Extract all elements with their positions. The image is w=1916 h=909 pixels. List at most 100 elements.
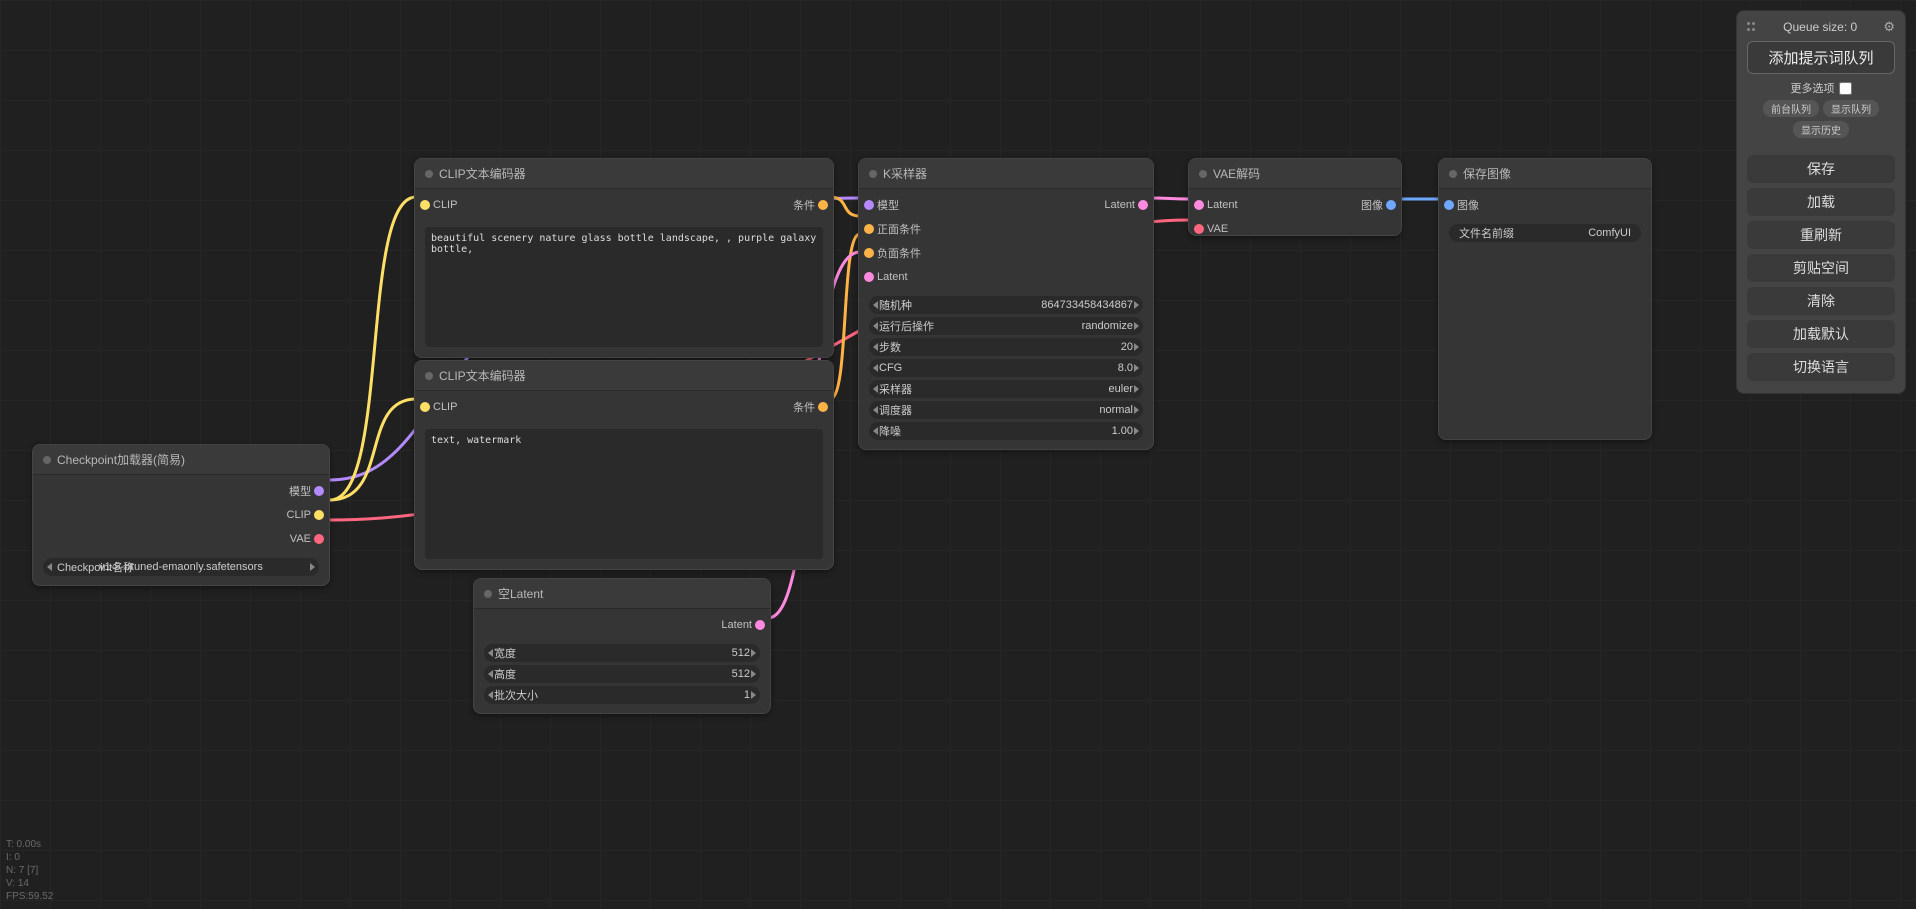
collapse-dot-icon[interactable] [425,372,433,380]
port-conditioning-icon[interactable] [864,248,874,258]
port-model-icon[interactable] [864,200,874,210]
widget-value: 1.00 [1112,425,1133,437]
arrow-left-icon[interactable] [873,364,878,372]
widget-label: 采样器 [879,381,912,397]
arrow-left-icon[interactable] [873,301,878,309]
clear-button[interactable]: 清除 [1747,287,1895,315]
node-title[interactable]: 保存图像 [1439,159,1651,189]
refresh-button[interactable]: 重刷新 [1747,221,1895,249]
arrow-left-icon[interactable] [873,322,878,330]
port-vae-icon[interactable] [314,534,324,544]
gear-icon[interactable]: ⚙ [1883,19,1895,35]
widget-label: 随机种 [879,297,912,313]
node-checkpoint-loader[interactable]: Checkpoint加载器(简易) 模型 CLIP VAE Checkpoint… [32,444,330,586]
node-vae-decode[interactable]: VAE解码 Latent 图像 VAE [1188,158,1402,236]
sampler-widget[interactable]: 采样器euler [869,380,1143,398]
node-title[interactable]: VAE解码 [1189,159,1401,189]
height-widget[interactable]: 高度512 [484,665,760,683]
steps-widget[interactable]: 步数20 [869,338,1143,356]
prompt-textarea[interactable]: beautiful scenery nature glass bottle la… [425,227,823,347]
arrow-right-icon[interactable] [751,691,756,699]
arrow-right-icon[interactable] [1134,385,1139,393]
cfg-widget[interactable]: CFG8.0 [869,359,1143,377]
node-clip-text-encode-positive[interactable]: CLIP文本编码器 CLIP 条件 beautiful scenery natu… [414,158,834,358]
scheduler-widget[interactable]: 调度器normal [869,401,1143,419]
node-ksampler[interactable]: K采样器 模型 Latent 正面条件 负面条件 Latent 随机种86473… [858,158,1154,450]
queue-prompt-button[interactable]: 添加提示词队列 [1747,41,1895,74]
arrow-right-icon[interactable] [751,670,756,678]
front-queue-button[interactable]: 前台队列 [1763,100,1819,117]
arrow-left-icon[interactable] [488,691,493,699]
collapse-dot-icon[interactable] [43,456,51,464]
node-save-image[interactable]: 保存图像 图像 文件名前缀ComfyUI [1438,158,1652,440]
collapse-dot-icon[interactable] [1449,170,1457,178]
arrow-right-icon[interactable] [1134,427,1139,435]
clipspace-button[interactable]: 剪贴空间 [1747,254,1895,282]
output-vae: VAE [290,533,311,545]
port-latent-icon[interactable] [755,620,765,630]
port-vae-icon[interactable] [1194,224,1204,234]
widget-value: 20 [1121,341,1133,353]
port-latent-icon[interactable] [864,272,874,282]
port-conditioning-icon[interactable] [818,200,828,210]
denoise-widget[interactable]: 降噪1.00 [869,422,1143,440]
port-image-icon[interactable] [1386,200,1396,210]
filename-prefix-widget[interactable]: 文件名前缀ComfyUI [1449,224,1641,242]
collapse-dot-icon[interactable] [484,590,492,598]
load-default-button[interactable]: 加载默认 [1747,320,1895,348]
node-title[interactable]: CLIP文本编码器 [415,361,833,391]
port-latent-icon[interactable] [1194,200,1204,210]
show-queue-button[interactable]: 显示队列 [1823,100,1879,117]
arrow-left-icon[interactable] [47,563,52,571]
show-history-button[interactable]: 显示历史 [1793,121,1849,138]
node-empty-latent[interactable]: 空Latent Latent 宽度512 高度512 批次大小1 [473,578,771,714]
collapse-dot-icon[interactable] [1199,170,1207,178]
input-latent: Latent [1207,199,1238,211]
batch-size-widget[interactable]: 批次大小1 [484,686,760,704]
node-title[interactable]: Checkpoint加载器(简易) [33,445,329,475]
node-title-text: VAE解码 [1213,165,1260,182]
collapse-dot-icon[interactable] [869,170,877,178]
prompt-textarea[interactable]: text, watermark [425,429,823,559]
collapse-dot-icon[interactable] [425,170,433,178]
arrow-left-icon[interactable] [873,385,878,393]
input-vae: VAE [1207,223,1228,235]
arrow-left-icon[interactable] [873,427,878,435]
output-clip: CLIP [287,509,311,521]
drag-handle-icon[interactable] [1747,22,1757,32]
seed-widget[interactable]: 随机种864733458434867 [869,296,1143,314]
arrow-left-icon[interactable] [873,343,878,351]
arrow-right-icon[interactable] [1134,406,1139,414]
node-title[interactable]: CLIP文本编码器 [415,159,833,189]
port-clip-icon[interactable] [420,200,430,210]
load-button[interactable]: 加载 [1747,188,1895,216]
node-title[interactable]: 空Latent [474,579,770,609]
arrow-right-icon[interactable] [1134,301,1139,309]
arrow-right-icon[interactable] [751,649,756,657]
port-model-icon[interactable] [314,486,324,496]
arrow-right-icon[interactable] [1134,343,1139,351]
arrow-left-icon[interactable] [873,406,878,414]
arrow-left-icon[interactable] [488,670,493,678]
port-conditioning-icon[interactable] [864,224,874,234]
arrow-right-icon[interactable] [1134,364,1139,372]
checkpoint-name-selector[interactable]: Checkpoint名称 v1-5-pruned-emaonly.safeten… [43,558,319,576]
width-widget[interactable]: 宽度512 [484,644,760,662]
arrow-right-icon[interactable] [1134,322,1139,330]
widget-label: 运行后操作 [879,318,934,334]
input-image: 图像 [1457,197,1479,213]
arrow-left-icon[interactable] [488,649,493,657]
arrow-right-icon[interactable] [310,563,315,571]
port-latent-icon[interactable] [1138,200,1148,210]
node-clip-text-encode-negative[interactable]: CLIP文本编码器 CLIP 条件 text, watermark [414,360,834,570]
switch-language-button[interactable]: 切换语言 [1747,353,1895,381]
port-conditioning-icon[interactable] [818,402,828,412]
extra-options-checkbox[interactable] [1839,82,1852,95]
port-image-icon[interactable] [1444,200,1454,210]
port-clip-icon[interactable] [420,402,430,412]
port-clip-icon[interactable] [314,510,324,520]
node-title[interactable]: K采样器 [859,159,1153,189]
control-panel[interactable]: Queue size: 0 ⚙ 添加提示词队列 更多选项 前台队列 显示队列 显… [1736,10,1906,394]
after-generate-widget[interactable]: 运行后操作randomize [869,317,1143,335]
save-button[interactable]: 保存 [1747,155,1895,183]
